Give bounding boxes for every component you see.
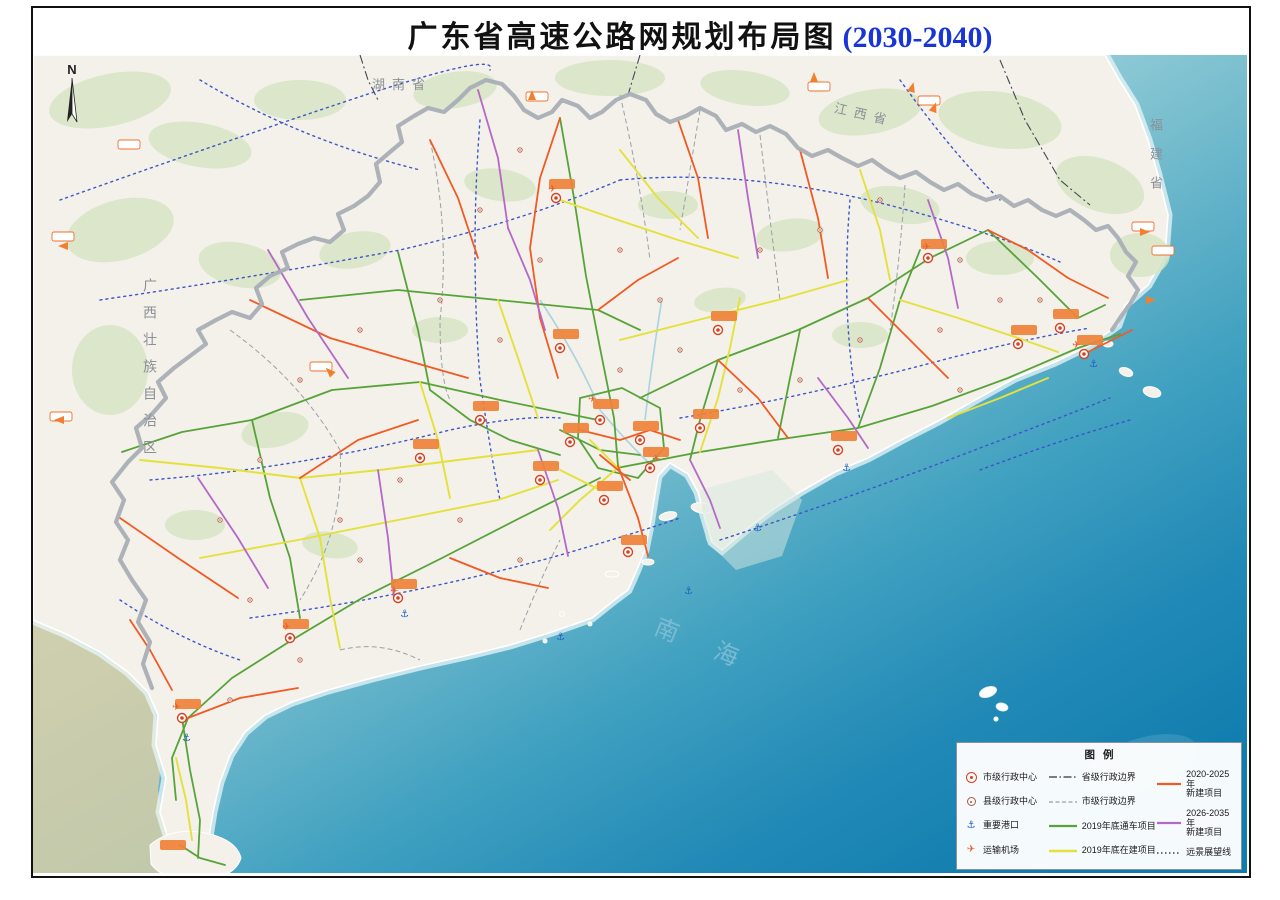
airport-icon: ✈ xyxy=(390,586,398,597)
opened-2019-swatch xyxy=(1048,822,1078,830)
legend-title: 图例 xyxy=(963,747,1235,762)
port-icon: ⚓ xyxy=(556,632,565,643)
legend-label-city-center: 市级行政中心 xyxy=(983,773,1037,782)
legend-item-construction-2019: 2019年底在建项目 xyxy=(1048,846,1156,855)
title-bar: 广东省高速公路网规划布局图(2030-2040) xyxy=(0,12,1280,56)
map-page: ⚓ ⚓ ⚓ ⚓ ⚓ ⚓ ⚓ ✈ ✈ ✈ ✈ ✈ ✈ ✈ ✈ 广东省高速公路网规划… xyxy=(0,0,1280,900)
legend-item-county-center: 县级行政中心 xyxy=(963,797,1048,806)
legend-item-city-boundary: 市级行政边界 xyxy=(1048,797,1156,806)
legend-item-airport: ✈ 运输机场 xyxy=(963,845,1048,856)
page-title-period: (2030-2040) xyxy=(843,21,993,54)
province-label-fujian: 福建省 xyxy=(1146,118,1165,205)
legend-item-new-2020-2025: 2020-2025年 新建项目 xyxy=(1156,770,1235,798)
vision-line-swatch xyxy=(1156,849,1182,857)
county-center-icon xyxy=(967,797,976,806)
legend-item-port: ⚓ 重要港口 xyxy=(963,821,1048,832)
construction-2019-swatch xyxy=(1048,847,1078,855)
legend-item-city-center: 市级行政中心 xyxy=(963,772,1048,783)
compass-label: N xyxy=(60,64,84,76)
new-2020-2025-swatch xyxy=(1156,780,1182,788)
airport-icon: ✈ xyxy=(282,622,290,633)
city-boundary-swatch xyxy=(1048,798,1078,806)
legend-label-new-2020-2025-line2: 新建项目 xyxy=(1186,789,1235,798)
province-boundary-swatch xyxy=(1048,773,1078,781)
legend-label-opened-2019: 2019年底通车项目 xyxy=(1082,822,1156,831)
legend-columns: 市级行政中心 县级行政中心 ⚓ 重要港口 ✈ 运输机场 省级行政 xyxy=(963,765,1235,863)
port-icon: ⚓ xyxy=(182,733,191,744)
airport-icon: ✈ xyxy=(652,454,660,465)
airport-icon: ✈ xyxy=(963,845,979,856)
airport-icon: ✈ xyxy=(922,242,930,253)
legend-label-airport: 运输机场 xyxy=(983,846,1019,855)
legend-item-province-boundary: 省级行政边界 xyxy=(1048,773,1156,782)
port-icon: ⚓ xyxy=(400,609,409,620)
legend-label-new-2020-2025-line1: 2020-2025年 xyxy=(1186,770,1235,789)
province-label-hunan: 湖南省 xyxy=(372,74,432,93)
legend-label-county-center: 县级行政中心 xyxy=(983,797,1037,806)
legend-label-port: 重要港口 xyxy=(983,821,1019,830)
airport-icon: ✈ xyxy=(588,394,596,405)
legend-item-vision: 远景展望线 xyxy=(1156,848,1235,857)
city-center-icon xyxy=(966,772,977,783)
port-icon: ⚓ xyxy=(753,523,762,534)
legend-label-vision: 远景展望线 xyxy=(1186,848,1231,857)
airport-icon: ✈ xyxy=(548,184,556,195)
port-icon: ⚓ xyxy=(1089,359,1098,370)
legend-label-new-2026-2035-line1: 2026-2035年 xyxy=(1186,809,1235,828)
province-label-guangxi: 广西壮族自治区 xyxy=(140,278,160,467)
compass: N xyxy=(60,64,84,131)
legend-label-new-2026-2035-line2: 新建项目 xyxy=(1186,828,1235,837)
legend-label-province-boundary: 省级行政边界 xyxy=(1082,773,1136,782)
north-arrow-icon xyxy=(63,76,81,126)
legend-label-construction-2019: 2019年底在建项目 xyxy=(1082,846,1156,855)
port-icon: ⚓ xyxy=(963,821,979,832)
legend-item-opened-2019: 2019年底通车项目 xyxy=(1048,822,1156,831)
airport-icon: ✈ xyxy=(172,702,180,713)
legend-label-city-boundary: 市级行政边界 xyxy=(1082,797,1136,806)
port-icon: ⚓ xyxy=(842,463,851,474)
legend-item-new-2026-2035: 2026-2035年 新建项目 xyxy=(1156,809,1235,837)
new-2026-2035-swatch xyxy=(1156,819,1182,827)
port-icon: ⚓ xyxy=(684,586,693,597)
airport-icon: ✈ xyxy=(1072,340,1080,351)
legend-box: 图例 市级行政中心 县级行政中心 ⚓ 重要港口 ✈ 运输机场 xyxy=(956,742,1242,870)
page-title: 广东省高速公路网规划布局图 xyxy=(408,21,837,54)
